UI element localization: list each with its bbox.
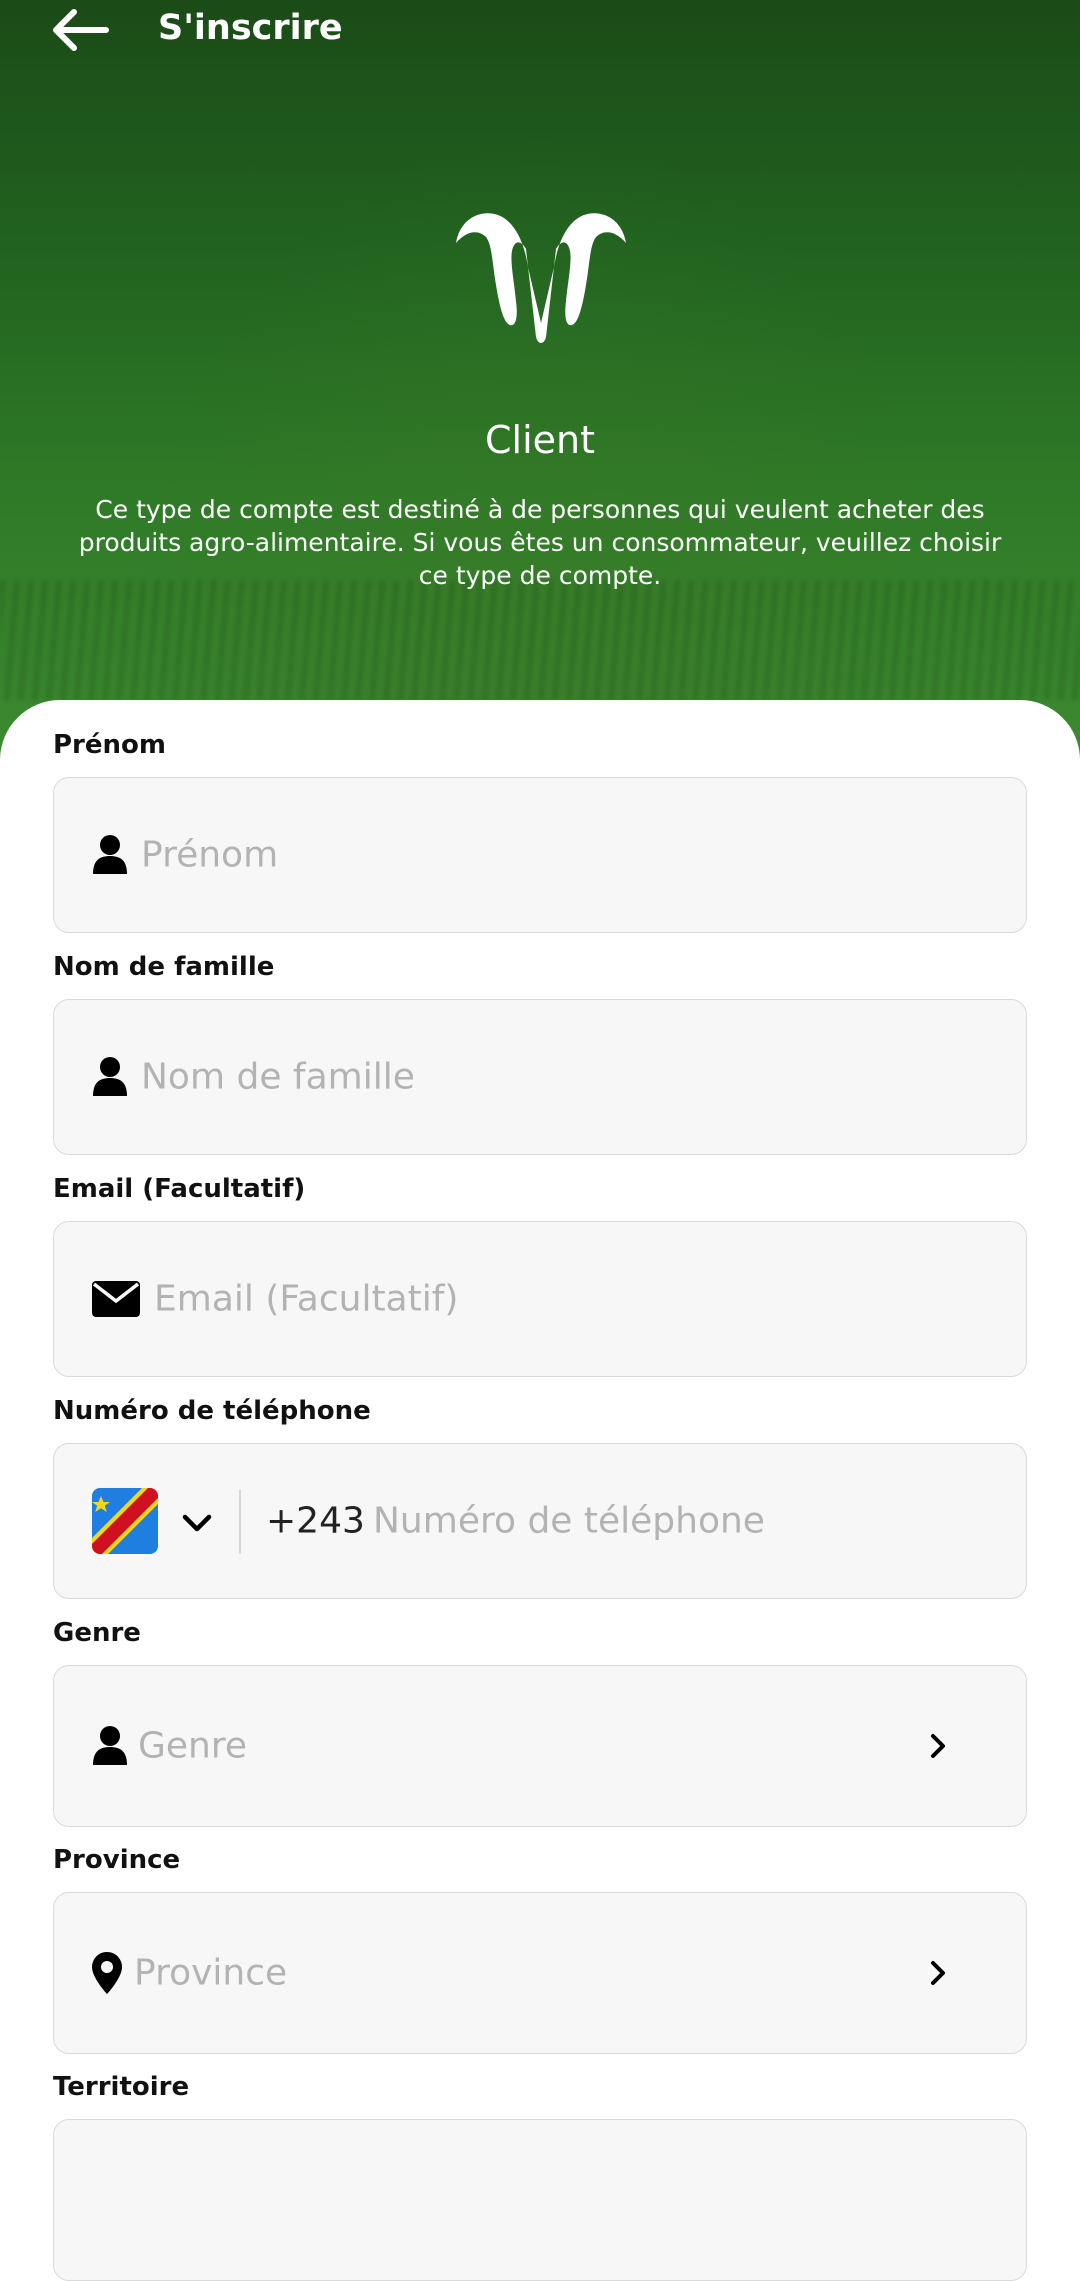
country-code-divider: [239, 1490, 241, 1554]
account-type-title: Client: [484, 418, 595, 462]
chevron-right-icon: [931, 1961, 945, 1985]
phone-field[interactable]: +243 Numéro de téléphone: [53, 1443, 1027, 1599]
territory-label: Territoire: [53, 2072, 190, 2102]
last-name-placeholder: Nom de famille: [141, 1056, 415, 1098]
envelope-icon: [92, 1281, 140, 1317]
drc-flag-icon[interactable]: [92, 1488, 158, 1554]
territory-select[interactable]: [53, 2119, 1027, 2281]
phone-label: Numéro de téléphone: [53, 1396, 371, 1426]
first-name-label: Prénom: [53, 730, 166, 760]
person-icon: [93, 1726, 127, 1765]
province-select[interactable]: Province: [53, 1892, 1027, 2054]
first-name-field[interactable]: Prénom: [53, 777, 1027, 933]
chevron-down-icon[interactable]: [180, 1506, 214, 1540]
gender-placeholder: Genre: [138, 1725, 248, 1767]
arrow-left-icon: [53, 9, 109, 51]
email-label: Email (Facultatif): [53, 1174, 306, 1204]
province-placeholder: Province: [134, 1952, 288, 1994]
dial-code: +243: [266, 1500, 365, 1542]
ram-logo-icon: [456, 213, 626, 343]
person-icon: [93, 1057, 127, 1096]
registration-form: Prénom Prénom Nom de famille Nom de fami…: [0, 700, 1080, 2281]
back-button[interactable]: [50, 6, 110, 54]
gender-label: Genre: [53, 1618, 141, 1648]
email-placeholder: Email (Facultatif): [154, 1278, 459, 1320]
phone-placeholder: Numéro de téléphone: [373, 1500, 765, 1542]
first-name-placeholder: Prénom: [141, 834, 279, 876]
location-pin-icon: [92, 1952, 122, 1994]
page-title: S'inscrire: [158, 8, 343, 48]
last-name-label: Nom de famille: [53, 952, 275, 982]
gender-select[interactable]: Genre: [53, 1665, 1027, 1827]
chevron-right-icon: [931, 1734, 945, 1758]
person-icon: [93, 835, 127, 874]
email-field[interactable]: Email (Facultatif): [53, 1221, 1027, 1377]
hero-banner: S'inscrire Client Ce type de compte est …: [0, 0, 1080, 760]
province-label: Province: [53, 1845, 181, 1875]
account-type-description: Ce type de compte est destiné à de perso…: [78, 495, 1002, 590]
last-name-field[interactable]: Nom de famille: [53, 999, 1027, 1155]
